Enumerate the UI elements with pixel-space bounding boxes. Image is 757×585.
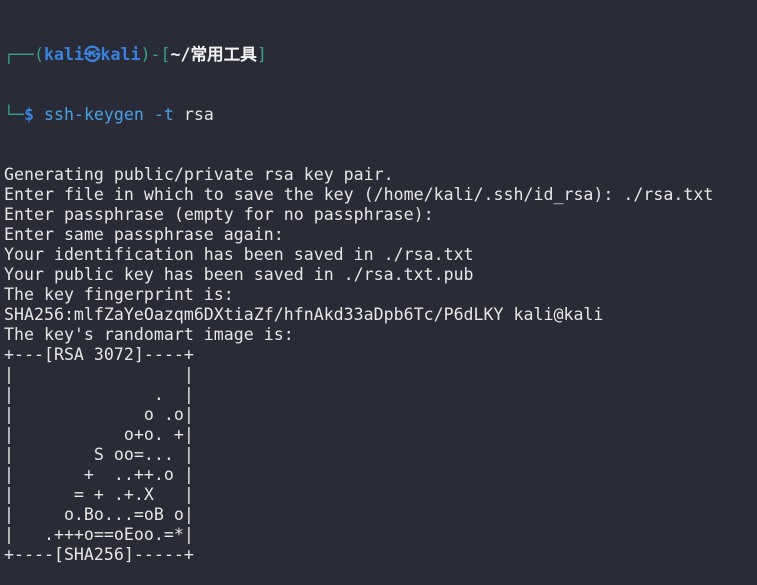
- prompt-cwd: ~/常用工具: [170, 45, 257, 64]
- output-line: Generating public/private rsa key pair.: [4, 165, 394, 184]
- randomart-line: | o.Bo...=oB o|: [4, 505, 194, 524]
- randomart-line: | |: [4, 365, 194, 384]
- randomart-line: | .+++o==oEoo.=*|: [4, 525, 194, 544]
- output-line: Enter file in which to save the key (/ho…: [4, 185, 714, 204]
- prompt-at-icon: ㉿: [83, 45, 101, 64]
- randomart-line: | = + .+.X |: [4, 485, 194, 504]
- randomart-line: +----[SHA256]-----+: [4, 545, 194, 564]
- output-line: Your public key has been saved in ./rsa.…: [4, 265, 474, 284]
- randomart-line: | o+o. +|: [4, 425, 194, 444]
- randomart-line: | S oo=... |: [4, 445, 194, 464]
- prompt-line-1: ┌──(kali㉿kali)-[~/常用工具]: [4, 45, 267, 64]
- randomart-line: | + ..++.o |: [4, 465, 194, 484]
- prompt-symbol: $: [23, 105, 34, 124]
- randomart-line: +---[RSA 3072]----+: [4, 345, 194, 364]
- output-line: Your identification has been saved in ./…: [4, 245, 474, 264]
- command: ssh-keygen: [43, 105, 144, 124]
- output-line: The key's randomart image is:: [4, 325, 294, 344]
- prompt-line-2: └─$ ssh-keygen -t rsa: [4, 105, 214, 124]
- terminal[interactable]: ┌──(kali㉿kali)-[~/常用工具] └─$ ssh-keygen -…: [4, 5, 713, 585]
- command-output: Generating public/private rsa key pair. E…: [4, 165, 713, 565]
- output-line: Enter same passphrase again:: [4, 225, 284, 244]
- prompt-host: kali: [100, 45, 141, 64]
- prompt-user: kali: [43, 45, 84, 64]
- command-flag: -t: [153, 105, 174, 124]
- output-line: Enter passphrase (empty for no passphras…: [4, 205, 434, 224]
- randomart-line: | o .o|: [4, 405, 194, 424]
- output-line: The key fingerprint is:: [4, 285, 234, 304]
- output-line: SHA256:mlfZaYeOazqm6DXtiaZf/hfnAkd33aDpb…: [4, 305, 604, 324]
- randomart-line: | . |: [4, 385, 194, 404]
- command-arg: rsa: [183, 105, 214, 124]
